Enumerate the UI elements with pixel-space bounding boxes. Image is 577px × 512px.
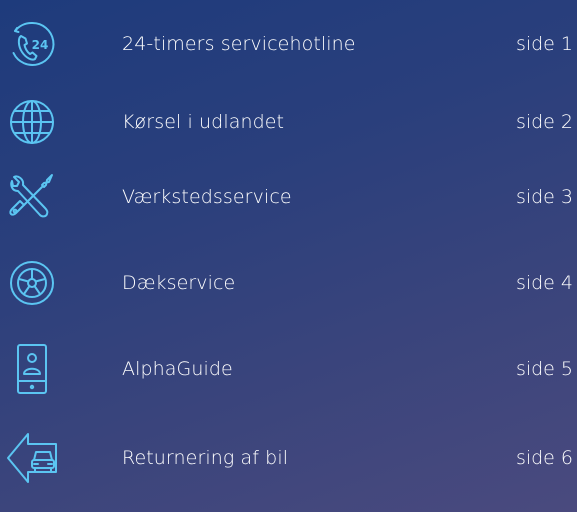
menu-item-label: Returnering af bil (122, 447, 289, 469)
menu-item-page: side 5 (515, 358, 573, 380)
menu-item-car-return[interactable]: Returnering af bil side 6 (0, 428, 577, 488)
menu-item-workshop-service[interactable]: Værkstedsservice side 3 (0, 167, 577, 227)
menu-item-page: side 6 (515, 447, 573, 469)
service-menu: 24 24-timers servicehotline side 1 Kørse… (0, 0, 577, 512)
menu-item-driving-abroad[interactable]: Kørsel i udlandet side 2 (0, 92, 577, 152)
menu-item-servicehotline[interactable]: 24 24-timers servicehotline side 1 (0, 14, 577, 74)
car-return-icon (4, 428, 60, 488)
phone-24h-icon: 24 (4, 14, 60, 74)
menu-item-page: side 4 (515, 272, 573, 294)
menu-item-label: AlphaGuide (122, 358, 233, 380)
wrench-screwdriver-icon (4, 167, 60, 227)
svg-text:24: 24 (32, 38, 49, 52)
menu-item-label: Dækservice (122, 272, 236, 294)
menu-item-label: Kørsel i udlandet (122, 111, 285, 133)
menu-item-tire-service[interactable]: Dækservice side 4 (0, 253, 577, 313)
tire-icon (4, 253, 60, 313)
menu-item-page: side 2 (515, 111, 573, 133)
globe-icon (4, 92, 60, 152)
menu-item-page: side 3 (515, 186, 573, 208)
mobile-guide-icon (4, 339, 60, 399)
menu-item-alphaguide[interactable]: AlphaGuide side 5 (0, 339, 577, 399)
menu-item-page: side 1 (515, 33, 573, 55)
menu-item-label: 24-timers servicehotline (122, 33, 356, 55)
menu-item-label: Værkstedsservice (122, 186, 292, 208)
